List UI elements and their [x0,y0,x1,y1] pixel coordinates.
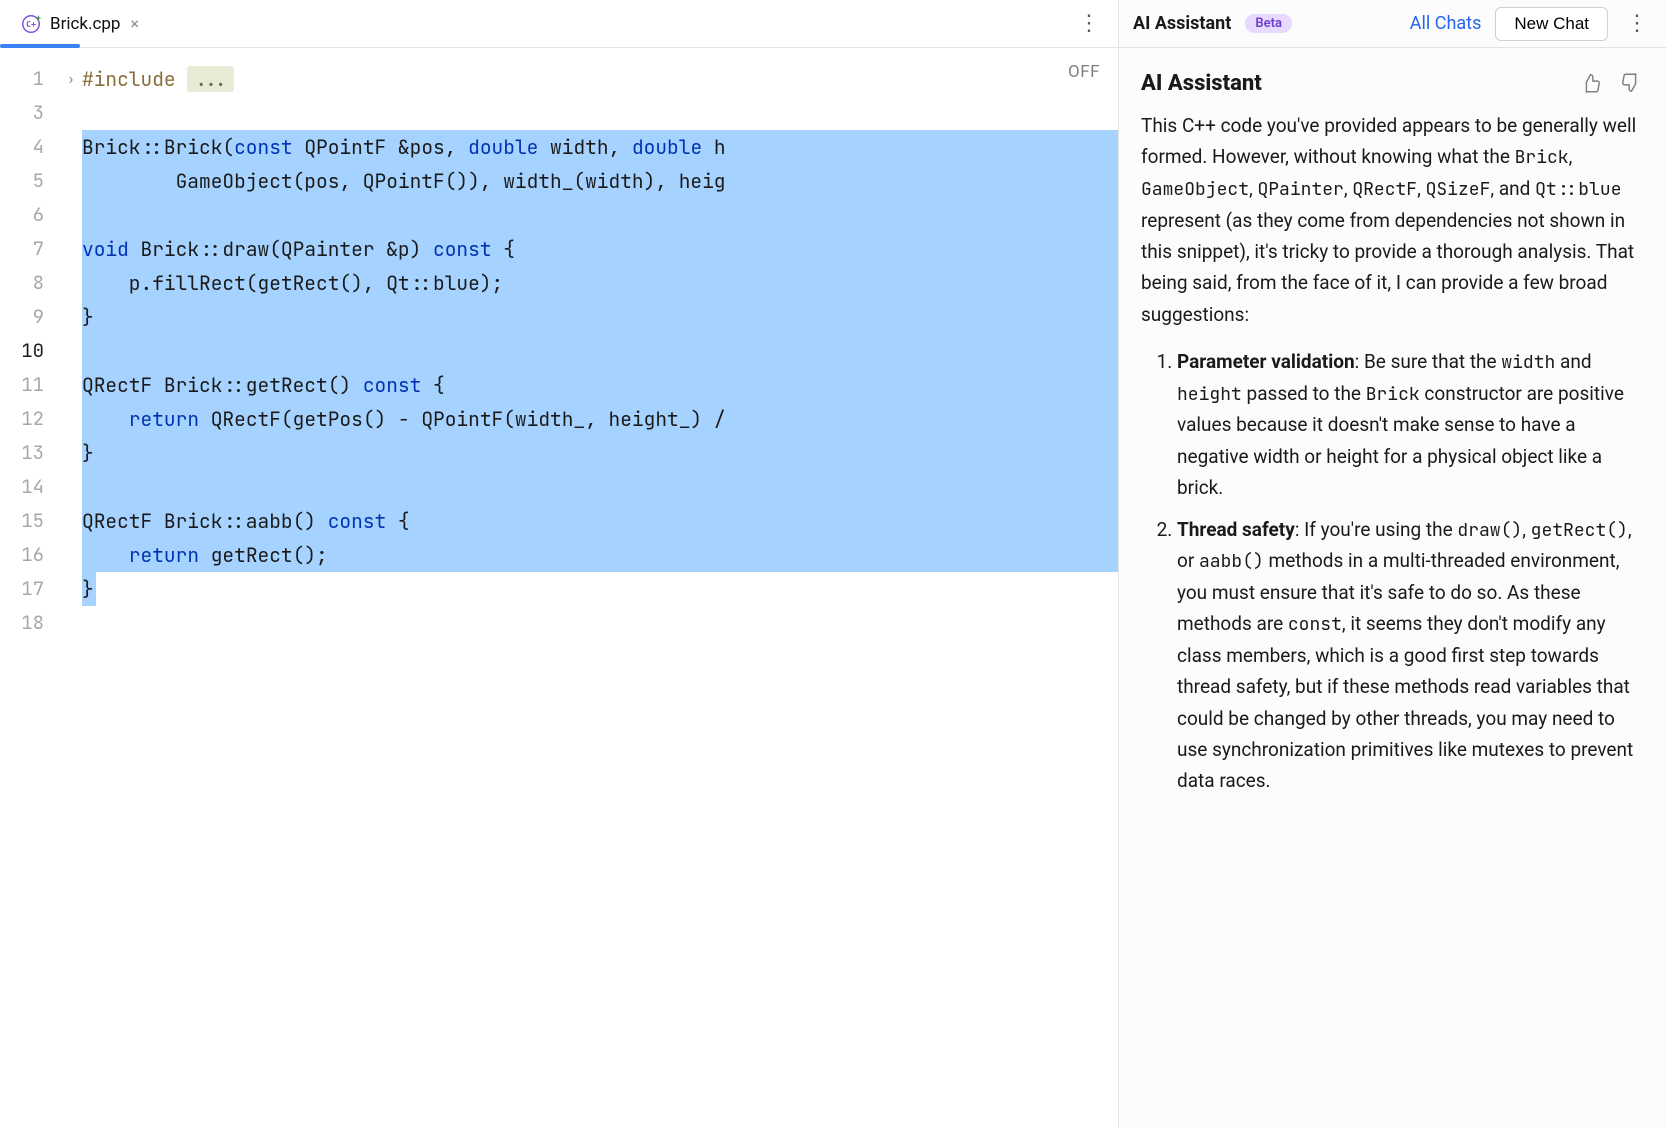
code-line[interactable]: return QRectF(getPos() - QPointF(width_,… [82,402,1118,436]
line-number[interactable]: 17 [0,572,60,606]
code-line[interactable]: } [82,436,1118,470]
close-tab-icon[interactable]: × [128,14,141,33]
line-number[interactable]: 13 [0,436,60,470]
ai-assistant-panel: AI Assistant Beta All Chats New Chat ⋮ A… [1119,0,1666,1128]
inspections-off-badge[interactable]: OFF [1068,62,1100,82]
code-line[interactable]: p.fillRect(getRect(), Qt::blue); [82,266,1118,300]
code-line[interactable]: } [82,300,1118,334]
tab-bar: C+ + Brick.cpp × ⋮ [0,0,1118,48]
line-number[interactable]: 16 [0,538,60,572]
ai-panel-title: AI Assistant [1133,13,1231,34]
code-line[interactable]: } [82,572,1118,606]
folded-region[interactable]: ... [187,66,234,92]
ai-intro-paragraph: This C++ code you've provided appears to… [1141,110,1644,330]
editor-pane: C+ + Brick.cpp × ⋮ OFF 13456789101112131… [0,0,1119,1128]
ai-message-author: AI Assistant [1141,71,1262,96]
fold-chevron-icon[interactable]: › [69,62,74,96]
beta-badge: Beta [1245,14,1292,33]
line-number[interactable]: 18 [0,606,60,640]
ai-message-body: This C++ code you've provided appears to… [1141,110,1644,797]
fold-column[interactable]: › [60,48,82,1128]
thumbs-down-icon[interactable] [1618,70,1644,96]
file-tab[interactable]: C+ + Brick.cpp × [10,7,151,41]
svg-text:+: + [36,13,41,22]
code-line[interactable]: QRectF Brick::aabb() const { [82,504,1118,538]
line-number[interactable]: 3 [0,96,60,130]
line-number[interactable]: 4 [0,130,60,164]
ai-message-header: AI Assistant [1141,70,1644,96]
line-number[interactable]: 1 [0,62,60,96]
ai-chat-body[interactable]: AI Assistant This C++ code you've provid… [1119,48,1666,1128]
code-line[interactable] [82,198,1118,232]
svg-text:C+: C+ [26,19,36,29]
line-number[interactable]: 5 [0,164,60,198]
tab-filename: Brick.cpp [50,14,120,34]
line-number[interactable]: 6 [0,198,60,232]
line-number[interactable]: 10 [0,334,60,368]
code-line[interactable] [82,334,1118,368]
line-number[interactable]: 12 [0,402,60,436]
ai-panel-header: AI Assistant Beta All Chats New Chat ⋮ [1119,0,1666,48]
code-line[interactable]: QRectF Brick::getRect() const { [82,368,1118,402]
code-content[interactable]: #include ... Brick::Brick(const QPointF … [82,48,1118,1128]
cpp-file-icon: C+ + [20,13,42,35]
code-area[interactable]: OFF 13456789101112131415161718 › #includ… [0,48,1118,1128]
thumbs-up-icon[interactable] [1578,70,1604,96]
code-line[interactable] [82,606,1118,640]
line-number[interactable]: 14 [0,470,60,504]
ai-suggestion-item: Parameter validation: Be sure that the w… [1177,346,1644,503]
line-number[interactable]: 11 [0,368,60,402]
code-line[interactable]: #include ... [82,62,1118,96]
line-number[interactable]: 15 [0,504,60,538]
line-number-gutter[interactable]: 13456789101112131415161718 [0,48,60,1128]
code-line[interactable]: Brick::Brick(const QPointF &pos, double … [82,130,1118,164]
code-line[interactable]: void Brick::draw(QPainter &p) const { [82,232,1118,266]
tab-more-icon[interactable]: ⋮ [1070,7,1108,40]
new-chat-button[interactable]: New Chat [1495,7,1608,41]
all-chats-link[interactable]: All Chats [1410,13,1482,34]
line-number[interactable]: 7 [0,232,60,266]
code-line[interactable] [82,96,1118,130]
code-line[interactable]: return getRect(); [82,538,1118,572]
line-number[interactable]: 9 [0,300,60,334]
ai-suggestion-item: Thread safety: If you're using the draw(… [1177,514,1644,797]
ai-suggestions-list: Parameter validation: Be sure that the w… [1141,346,1644,797]
code-line[interactable]: GameObject(pos, QPointF()), width_(width… [82,164,1118,198]
ai-more-icon[interactable]: ⋮ [1622,9,1652,38]
code-line[interactable] [82,470,1118,504]
line-number[interactable]: 8 [0,266,60,300]
